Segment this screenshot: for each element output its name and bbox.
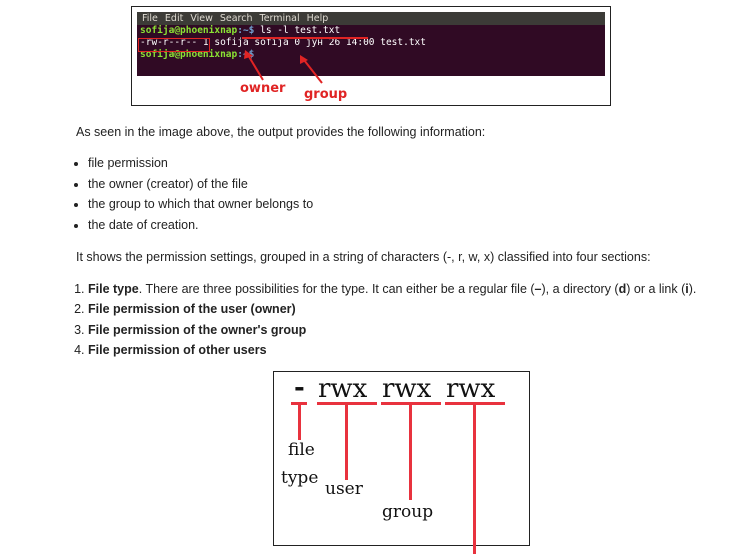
pointer-other <box>473 404 476 554</box>
permission-diagram: - rwx rwx rwx file type user group <box>273 371 530 554</box>
owner-annotation: owner <box>240 81 286 96</box>
bullet-item: the owner (creator) of the file <box>88 176 313 197</box>
label-user: user <box>325 479 363 499</box>
label-type: type <box>281 468 319 488</box>
rwx-other: rwx <box>446 374 496 404</box>
section-item-2: File permission of the user (owner) <box>88 301 696 321</box>
terminal-figure: File Edit View Search Terminal Help sofija@ph… <box>131 6 611 106</box>
pointer-group <box>409 404 412 500</box>
bullet-item: the date of creation. <box>88 217 313 238</box>
pointer-user <box>345 404 348 480</box>
bullet-item: the group to which that owner belongs to <box>88 196 313 217</box>
rwx-group: rwx <box>382 374 432 404</box>
dash-symbol: - <box>294 373 305 403</box>
sections-list: File type. There are three possibilities… <box>75 281 696 362</box>
group-annotation: group <box>304 87 348 102</box>
bullet-item: file permission <box>88 155 313 176</box>
pointer-file-type <box>298 404 301 440</box>
summary-paragraph: It shows the permission settings, groupe… <box>76 250 651 264</box>
info-bullet-list: file permission the owner (creator) of t… <box>72 155 313 237</box>
section-item-4: File permission of other users <box>88 342 696 362</box>
annotation-arrows <box>244 50 323 84</box>
label-group: group <box>382 502 434 522</box>
section-item-3: File permission of the owner's group <box>88 322 696 342</box>
section-item-1: File type. There are three possibilities… <box>88 281 696 301</box>
label-file: file <box>288 440 315 460</box>
rwx-user: rwx <box>318 374 368 404</box>
intro-paragraph: As seen in the image above, the output p… <box>76 125 486 139</box>
